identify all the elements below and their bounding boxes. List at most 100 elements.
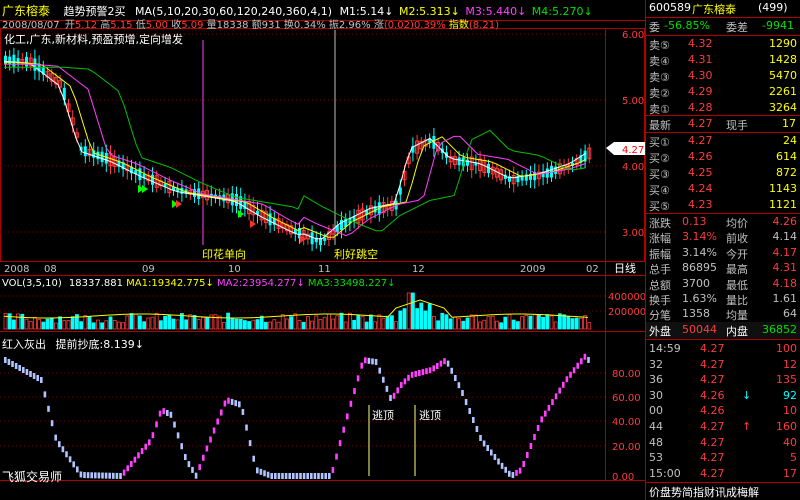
tick-row[interactable]: 30 4.26 ↓ 92 [646,388,800,403]
volume-bar [499,322,504,330]
oscillator-bar [547,404,551,411]
buy-row[interactable]: 买④ 4.24 1143 [646,181,800,197]
volume-bar [251,319,256,330]
footer-menu[interactable]: 价盘势简指财讯成梅解 [649,484,759,500]
oscillator-bar [259,468,263,475]
volume-bar [104,320,109,330]
oscillator-bar [176,432,180,439]
oscillator-bar [446,360,450,367]
oscillator-bar [536,425,540,431]
tick-row[interactable]: 44 4.27 ↑ 160 [646,419,800,434]
buy-row[interactable]: 买① 4.27 24 [646,133,800,149]
tick-row[interactable]: 36 4.27 135 [646,372,800,387]
tick-price: 4.27 [700,373,725,387]
volume-bar [335,315,340,330]
period-label[interactable]: 日线 [614,261,636,275]
volume-bar [574,317,579,330]
sell-label: 卖⑤ [649,39,670,52]
sell-row[interactable]: 卖④ 4.31 1428 [646,52,800,68]
candle-body [138,168,142,181]
volume-bar [255,319,260,330]
oscillator-bar [133,456,137,463]
tick-row[interactable]: 32 4.27 12 [646,357,800,372]
buy-row[interactable]: 买② 4.26 614 [646,149,800,165]
amount-value: 931 [261,20,281,31]
buy-label: 买④ [649,184,670,197]
sell-row[interactable]: 卖⑤ 4.32 1290 [646,36,800,52]
oscillator-bar [500,462,504,469]
volume-bar [465,317,470,330]
oscillator-bar [324,473,327,479]
volume-bar [419,302,424,330]
volume-indicator-line[interactable]: VOL(3,5,10) 18337.881 MA1:19342.775↓ MA2… [2,278,396,289]
osc-axis: 80.00 60.00 40.00 20.00 0.00 [612,369,641,483]
buy-volume: 1143 [769,182,797,195]
stock-name[interactable]: 广东榕泰 [692,1,736,17]
oscillator-bar [112,472,115,479]
oscillator-bar [317,473,320,479]
tick-row[interactable]: 14:59 4.27 100 [646,341,800,356]
oscillator-bar [338,440,342,447]
volume-bar [562,314,566,330]
oscillator-bar [104,472,108,479]
oscillator-bar [101,472,104,479]
tick-row[interactable]: 53 4.27 5 [646,450,800,465]
osc-name: 红入灰出 [2,338,46,351]
candle-body [323,237,327,241]
oscillator-bar [320,473,324,479]
oscillator-bar [328,473,331,479]
oscillator-bar [25,369,29,375]
stat-row: 分笔 1358 均量 64 [646,306,800,322]
oscillator-line[interactable]: 红入灰出 提前抄底:8.139↓ [2,336,144,352]
tick-volume: 10 [783,404,797,418]
tick-direction-icon: ↑ [742,420,752,433]
buy-row[interactable]: 买⑤ 4.23 1121 [646,197,800,213]
oscillator-bar [562,381,565,388]
sell-row[interactable]: 卖② 4.29 2261 [646,84,800,100]
oscillator-bar [76,466,79,473]
buy-row[interactable]: 买③ 4.25 872 [646,165,800,181]
volume-bar [423,310,428,330]
volume-bar [541,316,545,330]
osc-axis-label: 20.00 [612,442,641,453]
oscillator-bar [140,448,144,455]
volume-bar [322,316,327,330]
oscillator-bar [554,393,558,400]
oscillator-bar [252,455,255,462]
sell-label: 卖④ [649,55,670,68]
oscillator-bar [461,390,464,396]
volume-bar [70,316,75,330]
oscillator-bar [295,473,299,479]
buy-label: 买⑤ [649,200,670,213]
sell-row[interactable]: 卖① 4.28 3264 [646,100,800,116]
sell-row[interactable]: 卖③ 4.30 5470 [646,68,800,84]
oscillator-bar [83,472,86,479]
tick-row[interactable]: 00 4.26 10 [646,403,800,418]
volume-bar [54,322,58,330]
down-arrow-icon: ↓ [205,278,214,289]
oscillator-bar [439,360,443,367]
volume-bar [284,318,289,330]
tick-price: 4.26 [700,388,725,402]
oscillator-bar [40,377,43,383]
chart-grid [0,20,645,481]
candle-body [104,152,108,164]
chart-area[interactable]: 4.27 6.00 5.00 4.00 3.00 400000 200000 8… [0,0,645,500]
price-axis-label: 5.00 [622,96,644,107]
stock-code[interactable]: 600589 [649,1,691,14]
oscillator-bar [493,454,497,460]
volume-bar [473,314,478,330]
tick-row[interactable]: 48 4.27 40 [646,435,800,450]
volume-bar [11,319,16,330]
tick-row[interactable]: 15:00 4.27 17 [646,466,800,481]
oscillator-bar [292,473,295,479]
oscillator-bar [144,443,147,450]
volume-bar [360,315,365,330]
volume-bar [213,314,218,330]
oscillator-bar [407,374,410,381]
oscillator-bar [209,436,212,443]
oscillator-bar [468,408,471,414]
bar-info-line: 2008/08/07 开5.12 高5.15 低5.00 收5.09 量1833… [2,16,499,31]
oscillator-bar [508,470,511,477]
volume-bar [410,292,415,330]
